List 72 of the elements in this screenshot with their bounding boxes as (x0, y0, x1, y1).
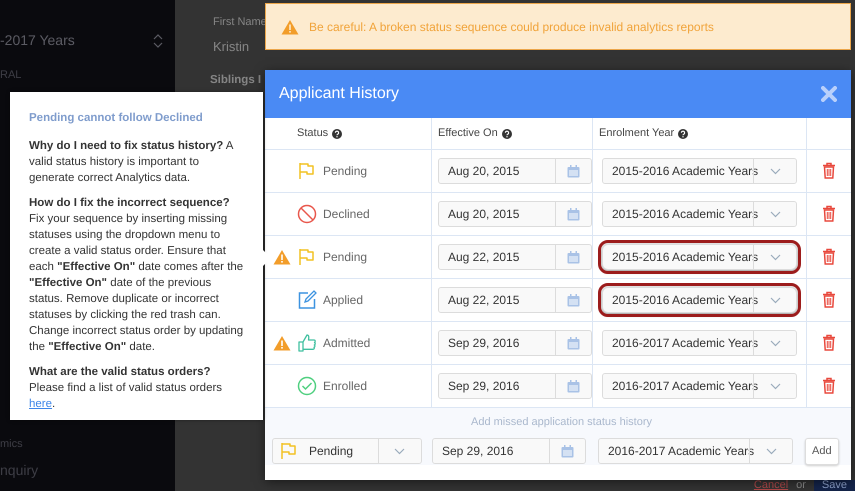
chevron-down-icon (770, 168, 780, 174)
calendar-icon (567, 164, 580, 178)
trash-icon (822, 334, 836, 352)
status-label: Enrolled (323, 378, 368, 395)
help-paragraph: Why do I need to fix status history? A valid status history is important to generate correct Analytics data. (29, 139, 234, 186)
status-label: Pending (323, 163, 368, 180)
calendar-icon (567, 250, 580, 264)
section-caption: Add missed application status history (470, 415, 653, 430)
flag-icon (297, 247, 317, 267)
flag-icon (279, 441, 299, 461)
help-icon (502, 128, 512, 138)
year-dropdown[interactable]: 2016-2017 Academic Years (598, 438, 793, 464)
help-paragraph: What are the valid status orders? Please find a list of valid status orders here. (29, 365, 224, 412)
thumbs-up-icon (297, 333, 317, 353)
alert-message: Be careful: A broken status sequence could produce invalid analytics reports (309, 18, 714, 36)
help-icon (678, 128, 688, 138)
help-icon (332, 128, 342, 138)
chevron-down-icon (770, 340, 780, 346)
date-field[interactable]: Aug 20, 2015 (438, 158, 592, 184)
trash-icon (822, 377, 836, 394)
chevron-down-icon (770, 210, 780, 218)
year-dropdown[interactable]: 2015-2016 Academic Years (602, 158, 797, 184)
status-label: Pending (323, 249, 368, 266)
popover-title: Pending cannot follow Declined (29, 111, 204, 126)
date-field[interactable]: Sep 29, 2016 (432, 438, 586, 464)
trash-icon (822, 162, 836, 180)
calendar-icon (567, 336, 580, 350)
status-label: Applied (323, 292, 364, 309)
warning-icon (273, 249, 291, 265)
year-dropdown[interactable]: 2016-2017 Academic Years (602, 330, 797, 356)
chevron-down-icon (770, 382, 780, 390)
chevron-down-icon (770, 254, 780, 260)
save-button[interactable]: Save (814, 480, 855, 491)
flag-icon (297, 161, 317, 181)
up-down-caret-icon (153, 34, 163, 48)
year-dropdown[interactable]: 2015-2016 Academic Years (602, 201, 797, 227)
status-dropdown[interactable]: Pending (272, 438, 422, 464)
chevron-down-icon (770, 296, 780, 304)
column-header: Effective On (438, 126, 498, 142)
section-heading: Siblings I (210, 73, 262, 88)
help-link[interactable]: here (29, 398, 52, 410)
help-paragraph: How do I fix the incorrect sequence? Fix your sequence by inserting missing statuses using the dropdown menu to create a valid status order. Ensure that each "Effective On" date comes after the "Effective On" date of the previous status. Remove duplicate or incorrect statuses by clicking the red trash can. Change incorrect status order by updating the "Effective On" date. (29, 196, 244, 355)
status-label: Declined (323, 206, 370, 223)
calendar-icon (567, 208, 580, 220)
add-button[interactable]: Add (805, 438, 839, 464)
or-text: or (796, 480, 806, 491)
chevron-down-icon (766, 448, 776, 454)
calendar-icon (561, 444, 574, 458)
trash-icon (822, 291, 836, 308)
status-label: Admitted (323, 335, 370, 352)
date-field[interactable]: Aug 22, 2015 (438, 287, 592, 313)
chevron-down-icon (394, 448, 406, 454)
prohibited-icon (297, 204, 317, 224)
calendar-icon (567, 380, 580, 392)
trash-icon (822, 205, 836, 222)
dialog-title: Applicant History (279, 84, 400, 104)
check-circle-icon (297, 376, 317, 396)
column-header: Status (297, 126, 328, 142)
calendar-icon (567, 294, 580, 306)
warning-icon (273, 335, 291, 351)
column-header: Enrolment Year (599, 126, 674, 142)
edit-icon (297, 290, 317, 310)
field-value: Kristin (213, 38, 250, 56)
date-field[interactable]: Aug 22, 2015 (438, 244, 592, 270)
warning-icon (281, 18, 299, 34)
close-icon (821, 86, 837, 102)
date-field[interactable]: Sep 29, 2016 (438, 373, 592, 399)
date-field[interactable]: Sep 29, 2016 (438, 330, 592, 356)
trash-icon (822, 248, 836, 266)
year-dropdown[interactable]: 2016-2017 Academic Years (602, 373, 797, 399)
date-field[interactable]: Aug 20, 2015 (438, 201, 592, 227)
field-label: First Name (213, 15, 267, 30)
